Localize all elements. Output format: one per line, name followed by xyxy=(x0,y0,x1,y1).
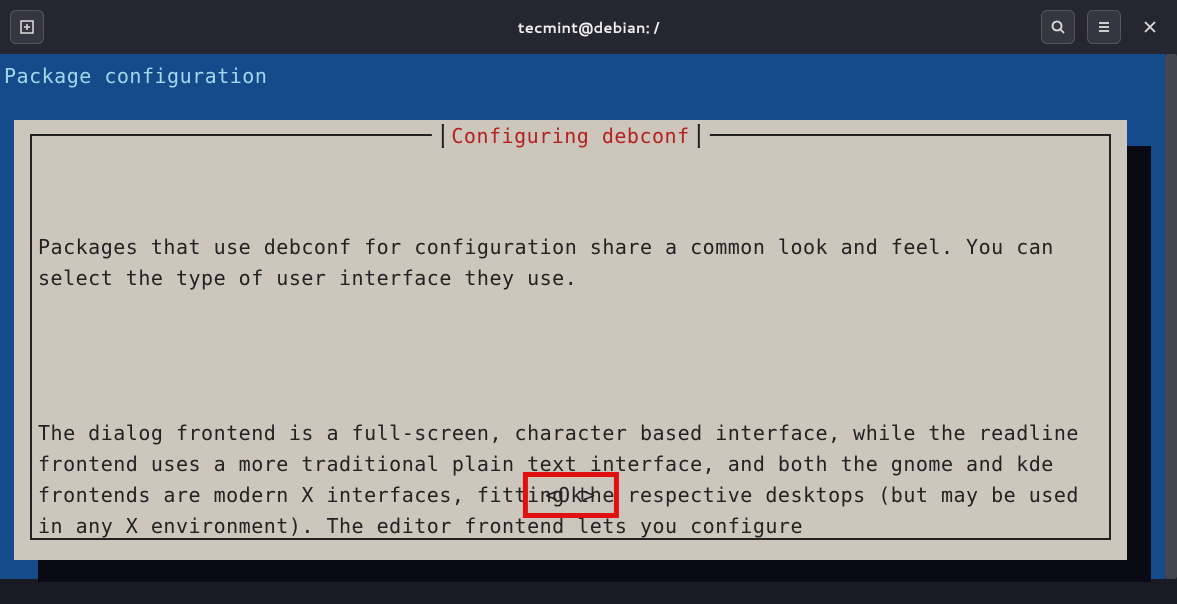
title-bracket-right xyxy=(698,124,700,148)
dialog-title: Configuring debconf xyxy=(443,124,697,148)
ok-button-highlight: <Ok> xyxy=(522,472,618,518)
window-title: tecmint@debian: / xyxy=(518,17,659,38)
ok-button-wrap: <Ok> xyxy=(522,472,618,518)
dialog-paragraph-1: Packages that use debconf for configurat… xyxy=(38,232,1103,294)
search-button[interactable] xyxy=(1041,10,1075,44)
close-button[interactable] xyxy=(1133,10,1167,44)
scrollbar-thumb[interactable] xyxy=(1165,54,1177,579)
debconf-dialog: Configuring debconf Packages that use de… xyxy=(14,120,1127,560)
dialog-title-wrap: Configuring debconf xyxy=(431,124,709,148)
search-icon xyxy=(1050,19,1066,35)
titlebar-left xyxy=(10,10,50,44)
new-tab-button[interactable] xyxy=(10,10,44,44)
terminal-content: Package configuration Configuring debcon… xyxy=(0,54,1165,579)
hamburger-icon xyxy=(1096,19,1112,35)
terminal-area: Package configuration Configuring debcon… xyxy=(0,54,1177,579)
ok-button[interactable]: <Ok> xyxy=(545,483,595,507)
dialog-body: Packages that use debconf for configurat… xyxy=(38,170,1103,604)
menu-button[interactable] xyxy=(1087,10,1121,44)
scrollbar-track[interactable] xyxy=(1165,54,1177,579)
titlebar-right xyxy=(1041,10,1167,44)
window-titlebar: tecmint@debian: / xyxy=(0,0,1177,54)
close-icon xyxy=(1143,20,1157,34)
package-config-header: Package configuration xyxy=(0,54,1165,88)
new-tab-icon xyxy=(19,19,35,35)
